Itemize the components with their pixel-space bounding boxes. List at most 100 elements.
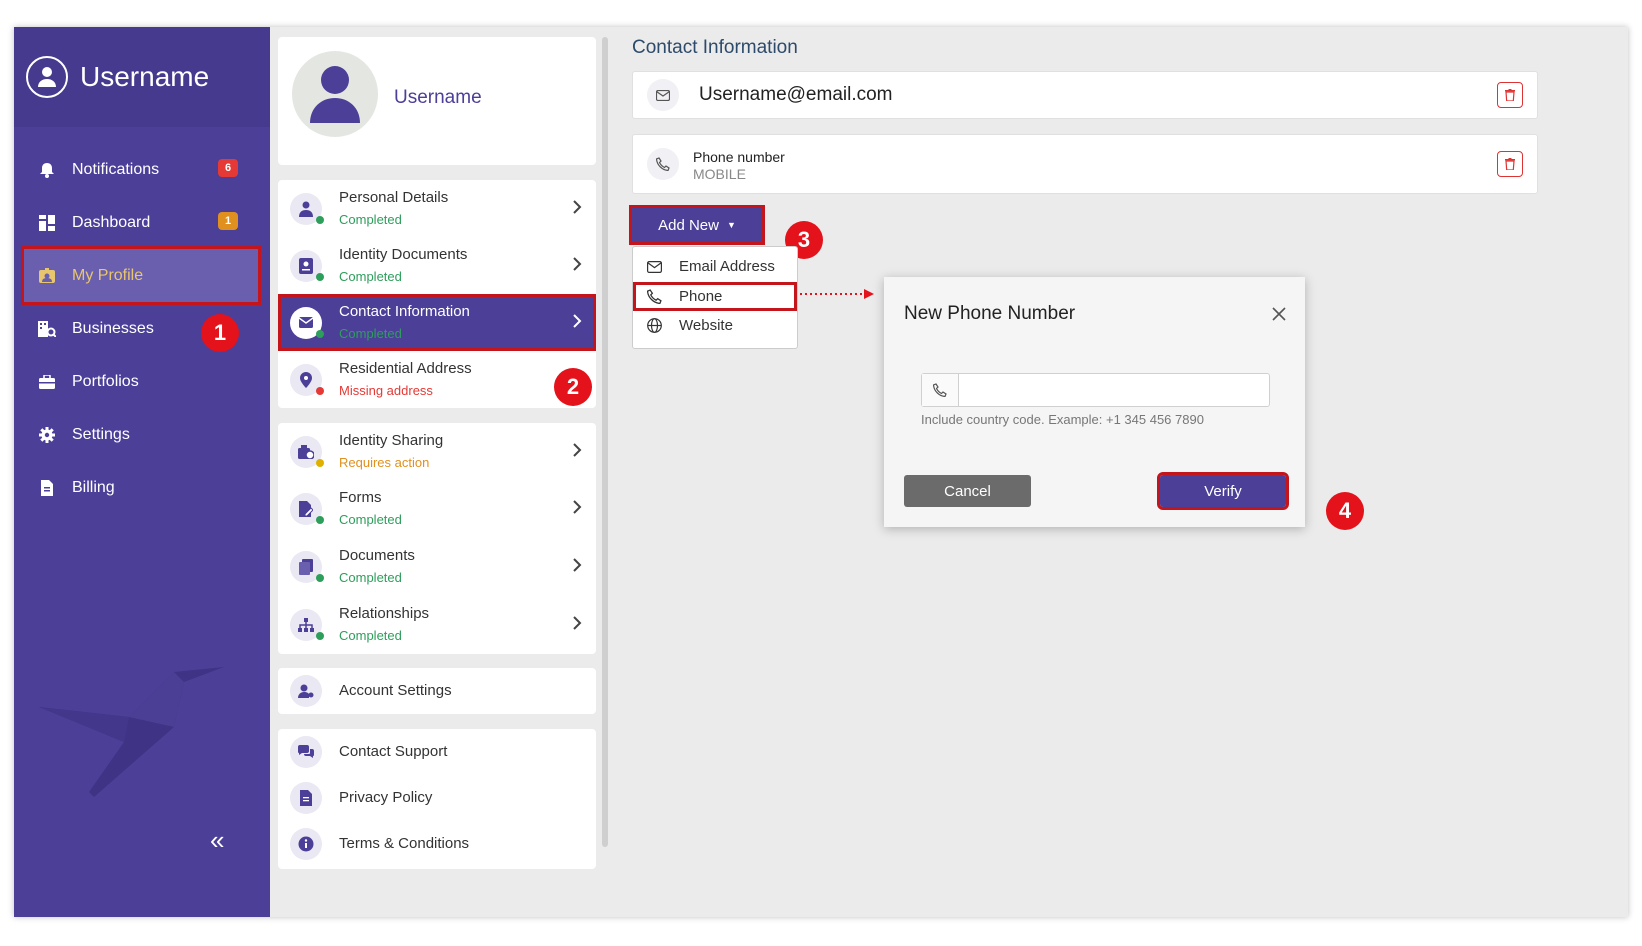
chevron-right-icon: [573, 257, 582, 271]
menu-row-terms-conditions[interactable]: Terms & Conditions: [278, 821, 596, 867]
building-search-icon: [38, 320, 56, 338]
chevron-right-icon: [573, 443, 582, 457]
add-new-label: Add New: [658, 216, 719, 234]
sidebar: Username Notifications 6 Dashboard 1 My …: [14, 27, 270, 917]
user-gear-icon: [290, 675, 322, 707]
menu-row-privacy-policy[interactable]: Privacy Policy: [278, 775, 596, 821]
new-phone-number-modal: New Phone Number Include country code. E…: [884, 277, 1305, 527]
dashboard-icon: [38, 214, 56, 232]
status-dot: [316, 273, 324, 281]
dashboard-count-badge: 1: [218, 212, 238, 230]
dotted-arrow-icon: [800, 289, 874, 299]
sidebar-item-dashboard[interactable]: Dashboard 1: [14, 196, 270, 249]
chevron-right-icon: [573, 500, 582, 514]
sidebar-item-label: Portfolios: [72, 372, 139, 390]
menu-row-status: Completed: [339, 212, 402, 227]
sidebar-item-label: Dashboard: [72, 213, 151, 231]
menu-row-title: Personal Details: [339, 189, 449, 206]
menu-row-identity-sharing[interactable]: Identity Sharing Requires action: [278, 423, 596, 480]
menu-row-title: Contact Support: [339, 743, 448, 760]
phone-number-input[interactable]: [960, 375, 1264, 405]
profile-username: Username: [394, 87, 482, 108]
user-avatar-icon[interactable]: [26, 56, 68, 98]
phone-icon: [647, 289, 663, 304]
menu-row-title: Identity Documents: [339, 246, 468, 263]
delete-phone-trash-icon[interactable]: [1497, 151, 1523, 177]
sidebar-item-notifications[interactable]: Notifications 6: [14, 143, 270, 196]
id-badge-icon: [38, 267, 56, 285]
sidebar-item-settings[interactable]: Settings: [14, 408, 270, 461]
info-icon: [290, 828, 322, 860]
sidebar-item-portfolios[interactable]: Portfolios: [14, 355, 270, 408]
add-new-dropdown: Email Address Phone Website: [632, 246, 798, 349]
menu-row-relationships[interactable]: Relationships Completed: [278, 596, 596, 654]
globe-icon: [647, 318, 663, 333]
status-dot: [316, 574, 324, 582]
sidebar-username: Username: [80, 61, 210, 92]
document-icon: [290, 782, 322, 814]
menu-row-title: Relationships: [339, 605, 430, 622]
sidebar-item-label: Businesses: [72, 319, 154, 337]
phone-hint: Include country code. Example: +1 345 45…: [921, 412, 1204, 427]
step-marker-4: 4: [1326, 492, 1364, 530]
phone-icon: [647, 148, 679, 180]
status-dot: [316, 216, 324, 224]
sidebar-header: Username: [14, 27, 270, 127]
bird-logo: [34, 657, 234, 812]
close-icon[interactable]: [1272, 307, 1286, 321]
menu-row-title: Forms: [339, 489, 382, 506]
bell-icon: [38, 161, 56, 179]
middle-scrollbar[interactable]: [602, 37, 608, 847]
menu-row-title: Identity Sharing: [339, 432, 444, 449]
briefcase-icon: [38, 373, 56, 391]
sidebar-item-label: Settings: [72, 425, 130, 443]
menu-row-identity-documents[interactable]: Identity Documents Completed: [278, 237, 596, 294]
modal-title: New Phone Number: [904, 303, 1076, 324]
sidebar-item-billing[interactable]: Billing: [14, 461, 270, 514]
support-panel: Contact Support Privacy Policy Terms & C…: [278, 729, 596, 869]
menu-row-forms[interactable]: Forms Completed: [278, 480, 596, 538]
dropdown-item-label: Email Address: [679, 258, 775, 275]
sidebar-item-label: My Profile: [72, 266, 144, 284]
dropdown-item-website[interactable]: Website: [633, 311, 797, 340]
menu-row-status: Missing address: [339, 383, 433, 398]
menu-row-status: Completed: [339, 512, 402, 527]
menu-row-personal-details[interactable]: Personal Details Completed: [278, 180, 596, 237]
notification-count-badge: 6: [218, 159, 238, 177]
verify-button[interactable]: Verify: [1157, 472, 1289, 510]
menu-row-contact-support[interactable]: Contact Support: [278, 729, 596, 775]
sidebar-item-label: Notifications: [72, 160, 160, 178]
collapse-sidebar-icon[interactable]: «: [210, 825, 224, 856]
account-settings-panel: Account Settings: [278, 668, 596, 714]
sidebar-item-my-profile[interactable]: My Profile: [21, 246, 261, 305]
add-new-button[interactable]: Add New ▼: [629, 205, 765, 245]
menu-row-account-settings[interactable]: Account Settings: [278, 668, 596, 714]
menu-row-status: Requires action: [339, 455, 430, 470]
chevron-right-icon: [573, 314, 582, 328]
phone-icon: [922, 374, 959, 406]
menu-row-title: Terms & Conditions: [339, 835, 470, 852]
status-dot: [316, 516, 324, 524]
menu-row-title: Privacy Policy: [339, 789, 433, 806]
chevron-right-icon: [573, 200, 582, 214]
email-value: Username@email.com: [699, 84, 893, 105]
invoice-icon: [38, 479, 56, 497]
profile-card: Username: [278, 37, 596, 165]
menu-row-status: Completed: [339, 570, 402, 585]
dropdown-item-phone[interactable]: Phone: [633, 282, 797, 311]
menu-row-contact-information[interactable]: Contact Information Completed: [278, 294, 596, 351]
profile-avatar-icon[interactable]: [292, 51, 378, 137]
step-marker-1: 1: [201, 314, 239, 352]
dropdown-item-label: Phone: [679, 288, 723, 305]
delete-email-trash-icon[interactable]: [1497, 82, 1523, 108]
menu-row-documents[interactable]: Documents Completed: [278, 538, 596, 596]
envelope-icon: [647, 260, 663, 273]
menu-row-title: Account Settings: [339, 682, 452, 699]
phone-type: MOBILE: [693, 166, 746, 182]
status-dot: [316, 459, 324, 467]
dropdown-item-email-address[interactable]: Email Address: [633, 252, 797, 281]
cancel-button[interactable]: Cancel: [904, 475, 1031, 507]
page-title: Contact Information: [632, 37, 798, 58]
menu-row-residential-address[interactable]: Residential Address Missing address: [278, 351, 596, 408]
gear-icon: [38, 426, 56, 444]
